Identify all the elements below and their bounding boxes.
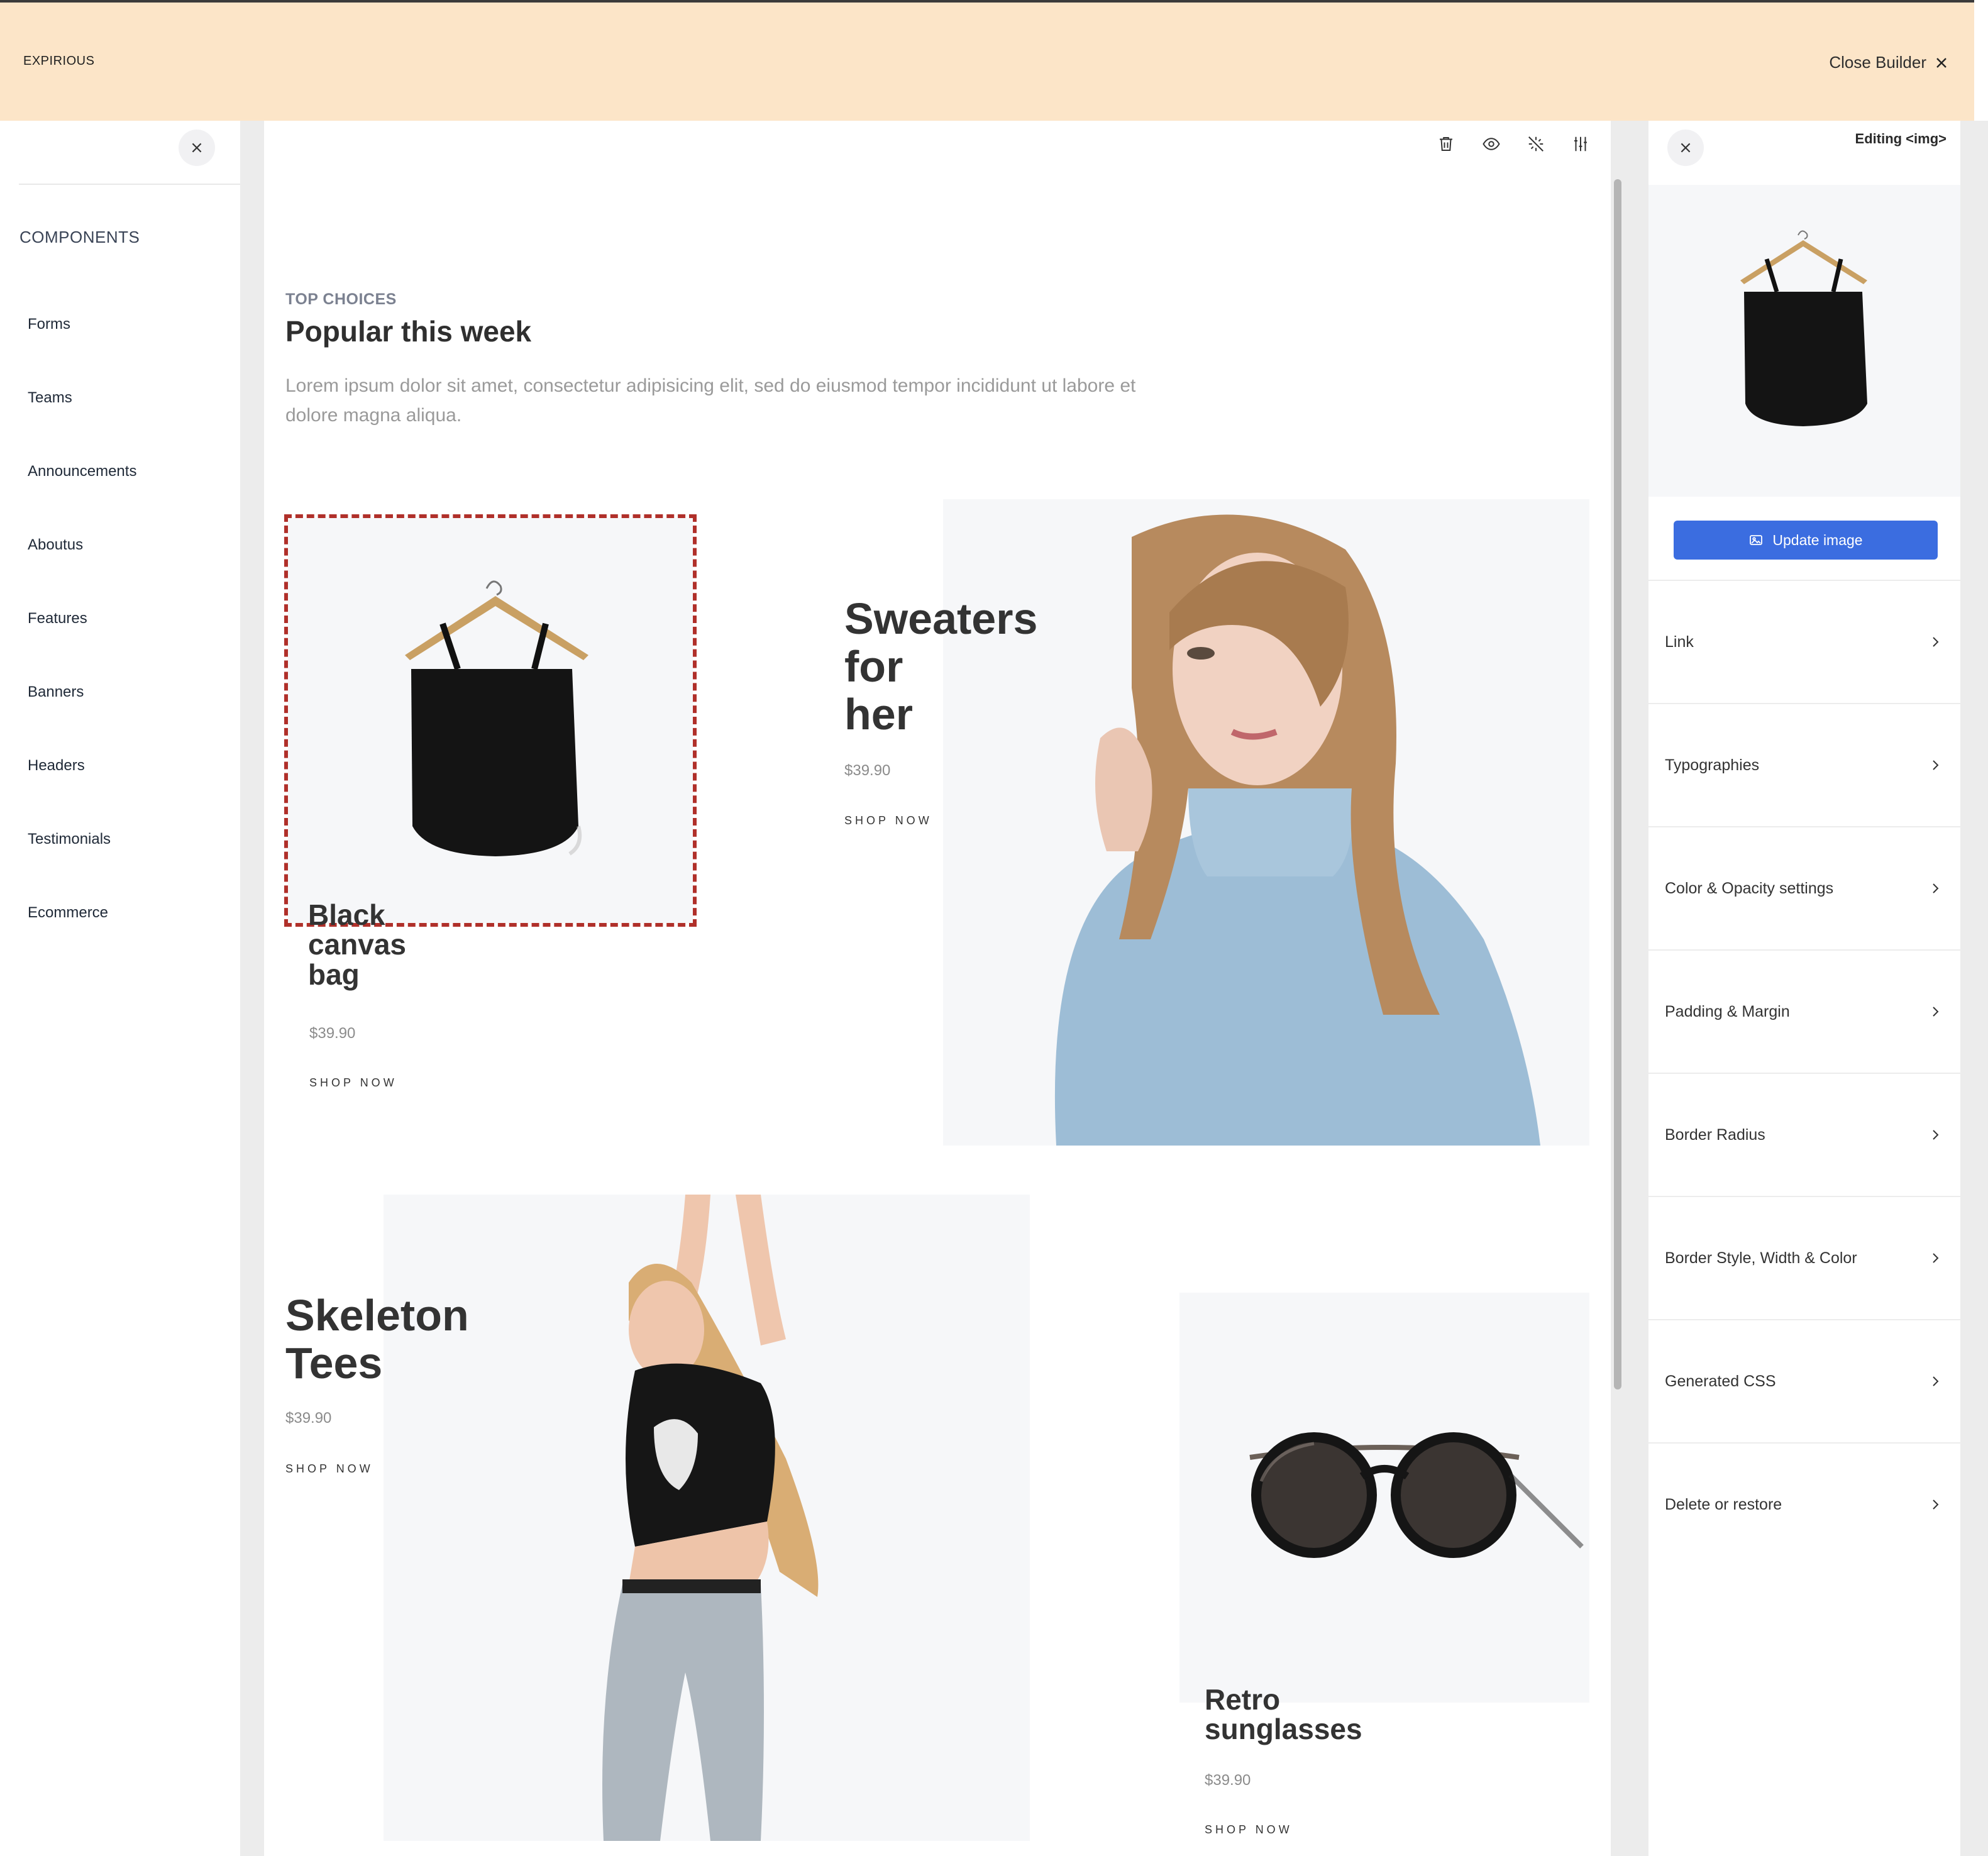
shop-now-link-tees[interactable]: SHOP NOW bbox=[285, 1462, 373, 1476]
component-item-features[interactable]: Features bbox=[28, 610, 136, 683]
trash-icon bbox=[1440, 137, 1452, 151]
component-item-aboutus[interactable]: Aboutus bbox=[28, 536, 136, 610]
close-builder-button[interactable]: Close Builder bbox=[1829, 53, 1948, 72]
component-item-announcements[interactable]: Announcements bbox=[28, 463, 136, 536]
setting-color-opacity[interactable]: Color & Opacity settings bbox=[1648, 826, 1960, 949]
chevron-right-icon bbox=[1933, 760, 1939, 770]
component-item-banners[interactable]: Banners bbox=[28, 683, 136, 757]
product-image-sweater[interactable] bbox=[943, 499, 1589, 1146]
chevron-right-icon bbox=[1933, 637, 1939, 647]
section-description: Lorem ipsum dolor sit amet, consectetur … bbox=[285, 375, 1136, 426]
selected-element-outline bbox=[284, 514, 697, 927]
product-price-bag: $39.90 bbox=[309, 1025, 356, 1042]
shop-now-link-sweater[interactable]: SHOP NOW bbox=[844, 814, 932, 827]
product-title-sweater: Sweaters for her bbox=[844, 594, 1038, 739]
disable-effects-button[interactable] bbox=[1525, 133, 1547, 155]
close-icon bbox=[1936, 57, 1947, 68]
canvas-scrollbar[interactable] bbox=[1614, 179, 1621, 1389]
product-title-tees: Skeleton Tees bbox=[285, 1291, 469, 1388]
section-eyebrow: TOP CHOICES bbox=[285, 290, 397, 308]
image-preview bbox=[1648, 185, 1960, 497]
right-gutter bbox=[1960, 121, 1988, 1856]
model-sweater-illustration bbox=[1054, 514, 1540, 1146]
setting-generated-css[interactable]: Generated CSS bbox=[1648, 1319, 1960, 1442]
close-editor-panel-button[interactable] bbox=[1667, 130, 1704, 166]
sunglasses-illustration bbox=[1249, 1432, 1584, 1558]
image-icon bbox=[1750, 535, 1763, 545]
update-image-label: Update image bbox=[1772, 531, 1863, 548]
magic-wand-off-icon bbox=[1528, 136, 1543, 152]
update-image-button[interactable]: Update image bbox=[1674, 521, 1938, 560]
component-item-testimonials[interactable]: Testimonials bbox=[28, 831, 136, 904]
element-editor-panel: Editing <img> Update image Link Typograp… bbox=[1648, 121, 1960, 1856]
section-title: Popular this week bbox=[285, 315, 532, 348]
component-item-forms[interactable]: Forms bbox=[28, 316, 136, 389]
panel-divider bbox=[19, 184, 240, 185]
product-price-tees: $39.90 bbox=[285, 1410, 332, 1427]
shop-now-link-bag[interactable]: SHOP NOW bbox=[309, 1076, 397, 1090]
components-title: COMPONENTS bbox=[19, 228, 140, 246]
chevron-right-icon bbox=[1933, 1130, 1939, 1140]
component-item-ecommerce[interactable]: Ecommerce bbox=[28, 904, 136, 978]
chevron-right-icon bbox=[1933, 1253, 1939, 1263]
chevron-right-icon bbox=[1933, 1500, 1939, 1510]
product-image-tees[interactable] bbox=[384, 1195, 1030, 1841]
adjust-settings-button[interactable] bbox=[1570, 133, 1591, 155]
setting-padding-margin[interactable]: Padding & Margin bbox=[1648, 949, 1960, 1073]
chevron-right-icon bbox=[1933, 1376, 1939, 1386]
model-tee-illustration bbox=[602, 1195, 819, 1841]
editing-element-label: Editing <img> bbox=[1855, 131, 1947, 146]
tote-bag-thumbnail bbox=[1740, 230, 1867, 426]
components-list: Forms Teams Announcements Aboutus Featur… bbox=[28, 316, 136, 978]
setting-typographies[interactable]: Typographies bbox=[1648, 703, 1960, 826]
setting-border-style[interactable]: Border Style, Width & Color bbox=[1648, 1196, 1960, 1319]
setting-link[interactable]: Link bbox=[1648, 580, 1960, 703]
sliders-icon bbox=[1574, 136, 1587, 152]
close-icon bbox=[1681, 143, 1691, 153]
delete-element-button[interactable] bbox=[1435, 133, 1457, 155]
component-item-headers[interactable]: Headers bbox=[28, 757, 136, 831]
chevron-right-icon bbox=[1933, 883, 1939, 893]
product-title-sunglasses: Retro sunglasses bbox=[1205, 1683, 1362, 1746]
left-gutter bbox=[240, 121, 264, 1856]
shop-now-link-sunglasses[interactable]: SHOP NOW bbox=[1205, 1823, 1293, 1837]
setting-delete-restore[interactable]: Delete or restore bbox=[1648, 1442, 1960, 1566]
brand-logo: EXPIRIOUS bbox=[23, 54, 95, 68]
product-image-sunglasses[interactable] bbox=[1179, 1293, 1589, 1703]
product-price-sweater: $39.90 bbox=[844, 762, 891, 779]
chevron-right-icon bbox=[1933, 1007, 1939, 1017]
component-item-teams[interactable]: Teams bbox=[28, 389, 136, 463]
preview-button[interactable] bbox=[1481, 133, 1502, 155]
components-panel: COMPONENTS Forms Teams Announcements Abo… bbox=[0, 121, 240, 1856]
close-icon bbox=[192, 143, 202, 153]
eye-icon bbox=[1483, 138, 1500, 150]
setting-border-radius[interactable]: Border Radius bbox=[1648, 1073, 1960, 1196]
close-components-panel-button[interactable] bbox=[179, 130, 215, 166]
close-builder-label: Close Builder bbox=[1829, 53, 1926, 72]
product-price-sunglasses: $39.90 bbox=[1205, 1772, 1251, 1789]
builder-topbar: EXPIRIOUS Close Builder bbox=[0, 0, 1974, 121]
product-title-bag: Black canvas bag bbox=[308, 898, 407, 991]
